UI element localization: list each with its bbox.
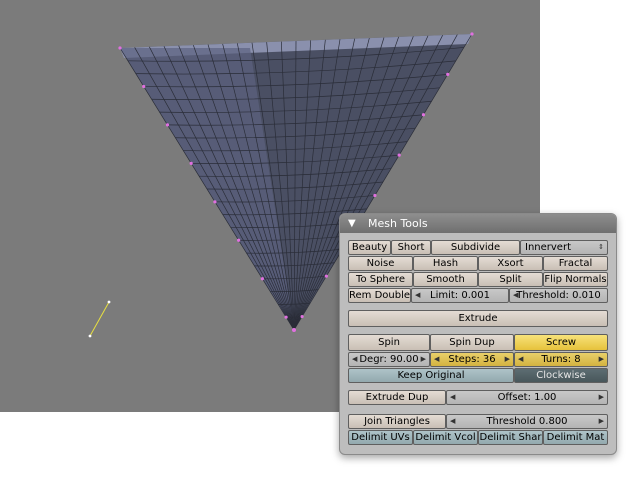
right-arrow-icon: ▶ [598,355,604,363]
left-arrow-icon: ◀ [518,355,524,363]
selected-vertex [300,314,304,319]
panel-title: Mesh Tools [368,217,428,230]
left-arrow-icon: ◀ [513,291,519,299]
rem-double-button[interactable]: Rem Double [348,288,411,303]
innervert-dropdown[interactable]: Innervert ⇕ [520,240,608,255]
screw-button[interactable]: Screw [514,334,608,351]
selected-vertex [373,193,377,198]
innervert-label: Innervert [525,242,571,253]
collapse-triangle-icon[interactable]: ▼ [348,214,356,233]
spin-button[interactable]: Spin [348,334,430,351]
left-arrow-icon: ◀ [450,393,456,401]
right-arrow-icon: ▶ [504,355,510,363]
updown-arrows-icon: ⇕ [598,243,604,251]
selected-vertex [142,84,146,89]
selected-vertex [213,200,217,204]
selected-vertex [470,32,474,36]
subdivide-button[interactable]: Subdivide [431,240,520,255]
delimit-vcol-toggle[interactable]: Delimit Vcol [413,430,478,445]
left-arrow-icon: ◀ [415,291,421,299]
beauty-button[interactable]: Beauty [348,240,391,255]
axis-vertex [88,334,92,338]
join-triangles-button[interactable]: Join Triangles [348,414,446,429]
right-arrow-icon: ▶ [598,417,604,425]
selected-vertex [189,161,193,165]
screw-axis-line [89,301,110,337]
split-button[interactable]: Split [478,272,543,287]
xsort-button[interactable]: Xsort [478,256,543,271]
left-arrow-icon: ◀ [434,355,440,363]
flip-normals-button[interactable]: Flip Normals [543,272,608,287]
selected-vertex [421,113,426,117]
limit-field[interactable]: ◀ Limit: 0.001 [411,288,509,303]
selected-vertex [324,274,328,278]
hash-button[interactable]: Hash [413,256,478,271]
extrude-button[interactable]: Extrude [348,310,608,327]
threshold-field[interactable]: ◀ Threshold: 0.010 [509,288,608,303]
offset-field[interactable]: ◀ Offset: 1.00 ▶ [446,390,608,405]
smooth-button[interactable]: Smooth [413,272,478,287]
right-arrow-icon: ▶ [598,393,604,401]
short-button[interactable]: Short [391,240,431,255]
selected-vertex [165,123,170,127]
turns-field[interactable]: ◀ Turns: 8 ▶ [514,352,608,367]
turns-value: Turns: 8 [541,354,581,365]
offset-value: Offset: 1.00 [497,392,557,403]
keep-original-toggle[interactable]: Keep Original [348,368,514,383]
delimit-mat-toggle[interactable]: Delimit Mat [543,430,608,445]
join-threshold-field[interactable]: ◀ Threshold 0.800 ▶ [446,414,608,429]
right-arrow-icon: ▶ [420,355,426,363]
join-threshold-value: Threshold 0.800 [486,416,568,427]
fractal-button[interactable]: Fractal [543,256,608,271]
axis-vertex [107,300,111,304]
steps-field[interactable]: ◀ Steps: 36 ▶ [430,352,514,367]
threshold-value: Threshold: 0.010 [516,290,601,301]
left-arrow-icon: ◀ [352,355,358,363]
selected-vertex [284,315,288,319]
selected-vertex [260,277,264,281]
clockwise-toggle[interactable]: Clockwise [514,368,608,383]
spin-dup-button[interactable]: Spin Dup [430,334,514,351]
mesh-tools-panel: ▼ Mesh Tools Beauty Short Subdivide Inne… [339,213,617,455]
apex-vertex [292,328,296,332]
left-arrow-icon: ◀ [450,417,456,425]
delimit-uvs-toggle[interactable]: Delimit UVs [348,430,413,445]
degr-value: Degr: 90.00 [359,354,419,365]
limit-value: Limit: 0.001 [430,290,490,301]
noise-button[interactable]: Noise [348,256,413,271]
delimit-shar-toggle[interactable]: Delimit Shar [478,430,543,445]
steps-value: Steps: 36 [448,354,496,365]
to-sphere-button[interactable]: To Sphere [348,272,413,287]
selected-vertex [237,238,241,242]
selected-vertex [446,72,450,76]
extrude-dup-button[interactable]: Extrude Dup [348,390,446,405]
selected-vertex [118,46,122,50]
selected-vertex [397,153,401,157]
panel-header[interactable]: ▼ Mesh Tools [340,214,616,233]
degr-field[interactable]: ◀ Degr: 90.00 ▶ [348,352,430,367]
